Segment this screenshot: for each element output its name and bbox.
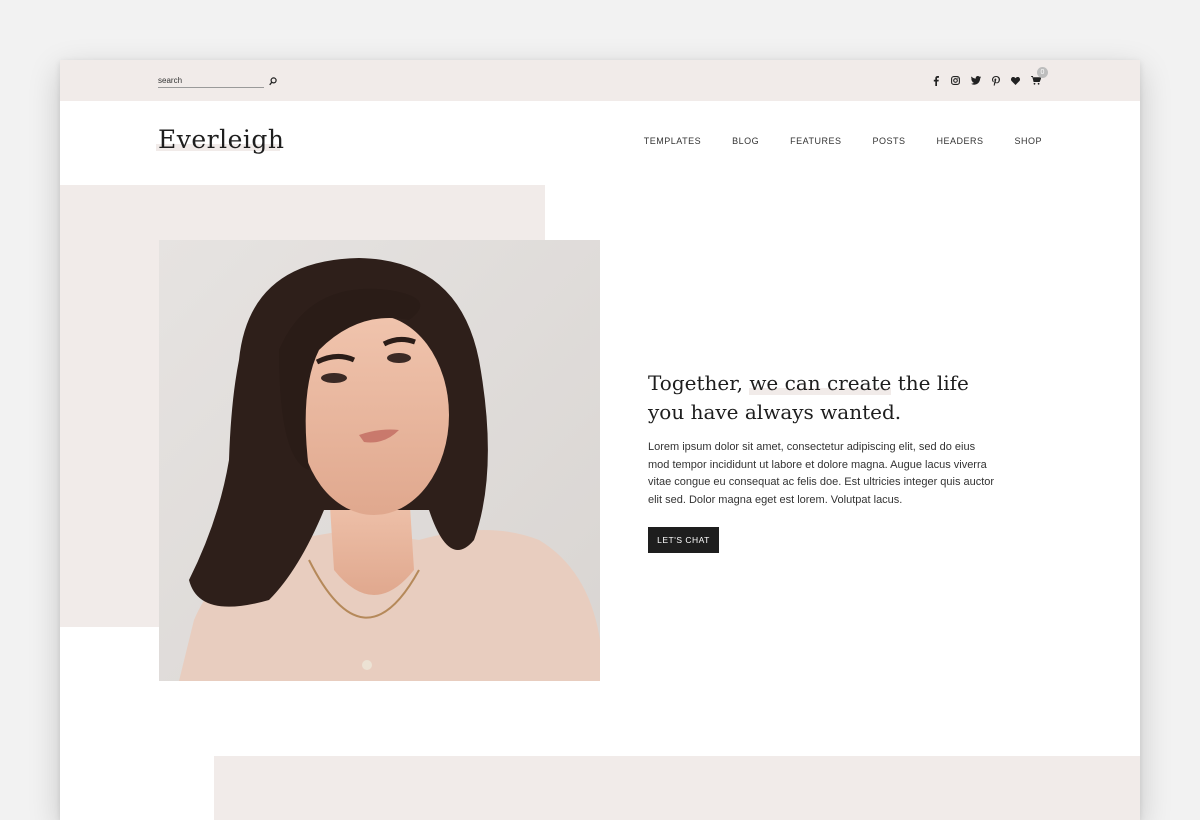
facebook-icon[interactable] [929, 74, 942, 87]
search-icon[interactable] [268, 74, 278, 88]
nav-posts[interactable]: POSTS [872, 136, 905, 146]
site-logo[interactable]: Everleigh [158, 125, 285, 154]
search-input[interactable] [158, 73, 264, 88]
hero-headline: Together, we can create the life you hav… [648, 369, 1008, 427]
headline-part1: Together, [648, 371, 750, 395]
nav-shop[interactable]: SHOP [1014, 136, 1042, 146]
headline-highlight: we can create [749, 371, 892, 395]
nav-templates[interactable]: TEMPLATES [644, 136, 701, 146]
browser-frame: 0 Everleigh TEMPLATES BLOG FEATURES POST… [60, 60, 1140, 820]
nav-blog[interactable]: BLOG [732, 136, 759, 146]
nav-features[interactable]: FEATURES [790, 136, 841, 146]
pinterest-icon[interactable] [989, 74, 1002, 87]
heart-icon[interactable] [1009, 74, 1022, 87]
nav-headers[interactable]: HEADERS [936, 136, 983, 146]
social-links: 0 [929, 67, 1048, 87]
hero-photo [159, 240, 600, 681]
next-section-block [214, 756, 1140, 820]
twitter-icon[interactable] [969, 74, 982, 87]
top-bar: 0 [60, 60, 1140, 101]
cart-icon[interactable]: 0 [1029, 67, 1048, 87]
main-nav: TEMPLATES BLOG FEATURES POSTS HEADERS SH… [644, 136, 1042, 146]
logo-text: Everleigh [158, 125, 285, 154]
search-form [158, 73, 278, 88]
hero-body-text: Lorem ipsum dolor sit amet, consectetur … [648, 441, 995, 506]
instagram-icon[interactable] [949, 74, 962, 87]
cart-count-badge: 0 [1037, 67, 1048, 78]
lets-chat-button[interactable]: LET'S CHAT [648, 527, 719, 553]
